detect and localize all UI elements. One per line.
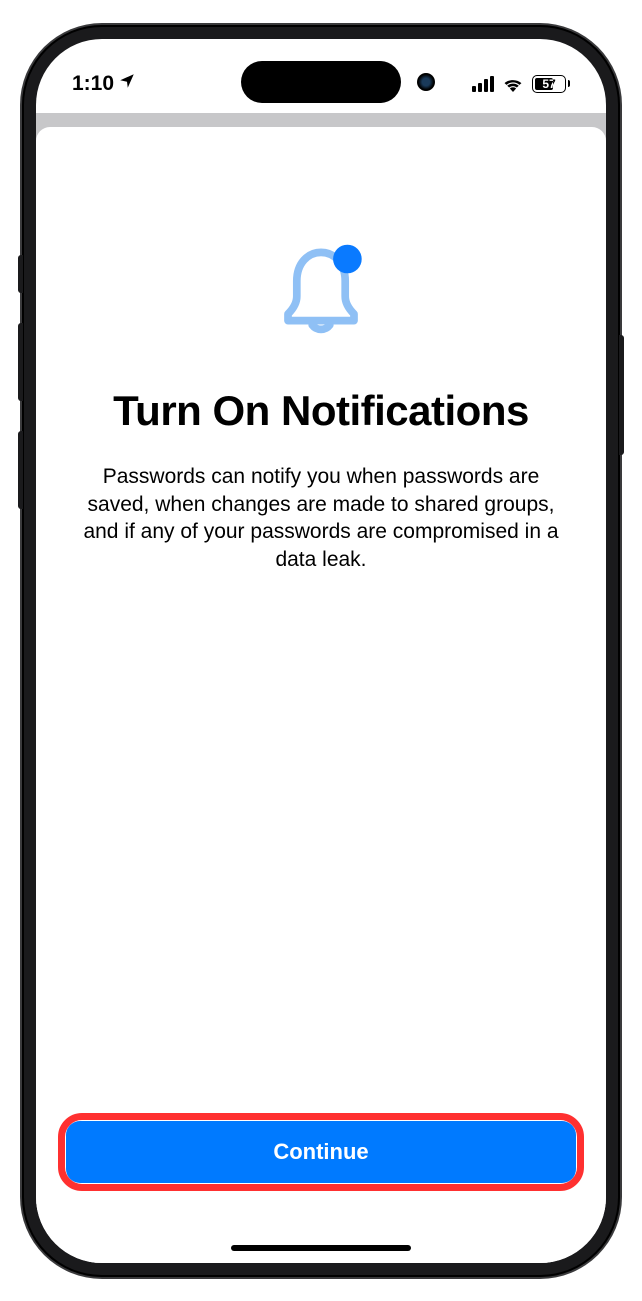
page-title: Turn On Notifications	[113, 387, 529, 435]
physical-left-buttons	[18, 255, 22, 539]
physical-right-button	[619, 335, 624, 455]
modal-sheet: Turn On Notifications Passwords can noti…	[36, 127, 606, 1263]
cellular-signal-icon	[472, 76, 494, 92]
battery-percent: 57	[542, 77, 555, 91]
status-left: 1:10	[72, 72, 136, 96]
battery-indicator: 57	[532, 75, 570, 93]
status-right: 57	[472, 75, 570, 93]
dynamic-island	[241, 61, 401, 103]
wifi-icon	[502, 76, 524, 92]
notifications-bell-icon	[266, 237, 376, 347]
page-description: Passwords can notify you when passwords …	[66, 463, 576, 574]
content-area: Turn On Notifications Passwords can noti…	[66, 127, 576, 1121]
continue-button[interactable]: Continue	[66, 1121, 576, 1183]
home-indicator[interactable]	[231, 1245, 411, 1251]
status-time: 1:10	[72, 72, 114, 96]
screen: 1:10	[36, 39, 606, 1263]
phone-frame: 1:10	[22, 25, 620, 1277]
button-area: Continue	[66, 1121, 576, 1263]
location-icon	[118, 72, 136, 96]
sheet-backdrop: Turn On Notifications Passwords can noti…	[36, 113, 606, 1263]
